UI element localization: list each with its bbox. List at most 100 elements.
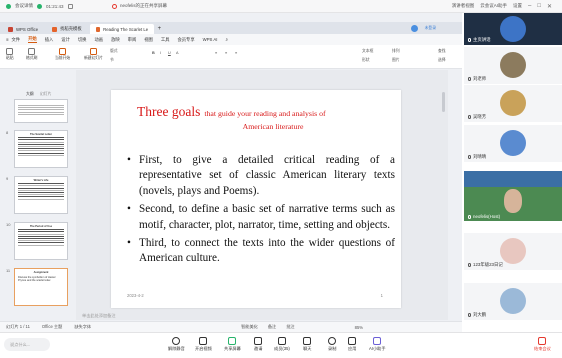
zoom-level[interactable]: 85% <box>355 325 363 330</box>
notes-toggle[interactable]: 备注 <box>268 324 276 330</box>
slide-date: 2023-4-2 <box>127 293 144 298</box>
start-video-button[interactable]: 开启视频 <box>195 337 212 352</box>
comments-toggle[interactable]: 批注 <box>286 324 294 330</box>
slide-body[interactable]: First, to give a detailed critical readi… <box>127 153 395 270</box>
meeting-top-bar: 会议详情 01:21:43 neofelis的正在共享屏幕 演讲者视图 云会议A… <box>0 0 562 13</box>
invite-button[interactable]: 邀请 <box>254 337 262 352</box>
menu-vip[interactable]: 会员专享 <box>177 37 194 43</box>
ai-assistant-button[interactable]: AI小助手 <box>369 337 386 352</box>
menu-file[interactable]: 文件 <box>12 37 21 43</box>
picture-button[interactable]: 图片 <box>392 58 400 63</box>
chat-button[interactable]: 聊天 <box>303 337 311 352</box>
participant-tile[interactable]: 刘大鹏 <box>464 283 562 320</box>
start-from-current-button[interactable]: 当前开始 <box>55 48 70 61</box>
slides-tab[interactable]: 幻灯片 <box>40 92 51 97</box>
slide-thumbnail[interactable]: Writer's Life <box>14 176 68 214</box>
shape-button[interactable]: 形状 <box>362 58 370 63</box>
share-screen-button[interactable]: 共享屏幕 <box>224 337 241 352</box>
align-center-button[interactable]: ≡ <box>225 51 227 55</box>
minimize-icon[interactable]: – <box>528 3 531 9</box>
tab-label: WPS Office <box>16 26 39 32</box>
login-status[interactable]: 未登录 <box>425 26 436 31</box>
participant-tile[interactable]: 刘晴晴 <box>464 125 562 162</box>
new-slide-label: 新建幻灯片 <box>84 56 103 60</box>
menu-transitions[interactable]: 切换 <box>78 37 87 43</box>
current-slide[interactable]: Three goals that guide your reading and … <box>111 90 401 308</box>
unmute-button[interactable]: 解除静音 <box>168 337 185 352</box>
outline-tab[interactable]: 大纲 <box>26 92 34 97</box>
menu-slideshow[interactable]: 放映 <box>111 37 120 43</box>
menu-animation[interactable]: 动画 <box>94 37 103 43</box>
speaker-view-button[interactable]: 演讲者视图 <box>452 3 475 9</box>
select-button[interactable]: 选择 <box>438 58 446 63</box>
settings-button[interactable]: 设置 <box>513 3 522 9</box>
participant-tile[interactable]: 吴晓芳 <box>464 85 562 122</box>
underline-button[interactable]: U <box>168 51 171 55</box>
participant-tile[interactable]: 刘老师 <box>464 47 562 84</box>
host-face <box>504 189 522 213</box>
paste-button[interactable]: 粘贴 <box>6 48 14 61</box>
format-painter-button[interactable]: 格式刷 <box>26 48 37 61</box>
vertical-scrollbar[interactable] <box>442 92 445 112</box>
menu-review[interactable]: 审阅 <box>128 37 137 43</box>
participant-name: 主页讲话 <box>468 37 491 43</box>
new-slide-button[interactable]: 新建幻灯片 <box>84 48 103 61</box>
align-right-button[interactable]: ≡ <box>235 51 237 55</box>
members-button[interactable]: 成员(35) <box>274 337 290 352</box>
notes-placeholder[interactable]: 单击此处添加备注 <box>82 313 116 319</box>
tab-templates[interactable]: 找稻壳模板 <box>46 24 87 34</box>
invite-icon <box>254 337 263 345</box>
members-icon <box>277 337 286 345</box>
bullet-item: Third, to connect the texts into the wid… <box>127 236 395 267</box>
new-tab-button[interactable]: + <box>158 26 162 32</box>
grid-icon[interactable] <box>67 3 73 9</box>
menu-home[interactable]: 开始 <box>28 36 37 43</box>
missing-font-button[interactable]: 缺失字体 <box>74 324 91 330</box>
participant-tile[interactable]: 主页讲话 <box>464 13 562 45</box>
participant-panel: 主页讲话 刘老师 吴晓芳 刘晴晴 neofelis(Host) 123年级23日… <box>464 13 562 332</box>
align-left-button[interactable]: ≡ <box>215 51 217 55</box>
end-meeting-button[interactable]: 结束会议 <box>534 337 551 352</box>
arrange-button[interactable]: 排列 <box>392 49 400 54</box>
close-icon[interactable]: ✕ <box>547 3 552 10</box>
thumb-title: The Scarlet Letter <box>30 133 52 136</box>
participant-tile[interactable]: 123年级23日记 <box>464 233 562 270</box>
avatar <box>500 52 526 78</box>
font-color-button[interactable]: A <box>176 51 179 55</box>
bullet-item: First, to give a detailed critical readi… <box>127 153 395 199</box>
thumb-number: 9 <box>6 176 9 181</box>
meeting-info-link[interactable]: 会议详情 <box>15 3 33 9</box>
tab-wps-office[interactable]: WPS Office <box>2 24 44 34</box>
menu-tools[interactable]: 工具 <box>161 37 170 43</box>
slide-thumbnail-selected[interactable]: Assignment Discuss the symbolism of Hest… <box>14 268 68 306</box>
record-button[interactable]: 录制 <box>328 337 336 352</box>
menu-view[interactable]: 视图 <box>144 37 153 43</box>
menu-design[interactable]: 设计 <box>61 37 70 43</box>
user-avatar[interactable] <box>411 25 418 32</box>
slide-thumbnail[interactable]: The Scarlet Letter <box>14 130 68 168</box>
menu-wps-ai[interactable]: WPS AI <box>203 37 218 42</box>
avatar <box>500 90 526 116</box>
layout-button[interactable]: 版式 <box>110 49 118 54</box>
menu-insert[interactable]: 插入 <box>45 37 54 43</box>
hamburger-icon[interactable]: ≡ <box>6 37 9 42</box>
slide-thumbnail[interactable] <box>14 99 68 123</box>
participant-video-host[interactable]: neofelis(Host) <box>464 171 562 221</box>
ai-icon <box>373 337 382 345</box>
chat-input[interactable]: 说点什么... <box>4 338 50 351</box>
apps-button[interactable]: 应用 <box>348 337 356 352</box>
slide-thumbnail[interactable]: The Period of Use <box>14 222 68 260</box>
participant-name: neofelis(Host) <box>468 214 500 219</box>
slide-title[interactable]: Three goals that guide your reading and … <box>137 102 387 132</box>
bold-button[interactable]: B <box>152 51 155 55</box>
search-icon[interactable]: ⌕ <box>225 37 227 42</box>
smart-beautify-button[interactable]: 智能美化 <box>241 324 258 330</box>
textbox-button[interactable]: 文本框 <box>362 49 373 54</box>
tab-presentation[interactable]: Reading The Scarlet Lette <box>89 24 154 34</box>
maximize-icon[interactable]: □ <box>537 3 541 9</box>
ai-assistant-button[interactable]: 云会议AI助手 <box>480 3 507 9</box>
find-button[interactable]: 查找 <box>438 49 446 54</box>
section-button[interactable]: 节 <box>110 58 114 63</box>
italic-button[interactable]: I <box>160 51 161 55</box>
thumb-title: Writer's Life <box>33 179 49 182</box>
